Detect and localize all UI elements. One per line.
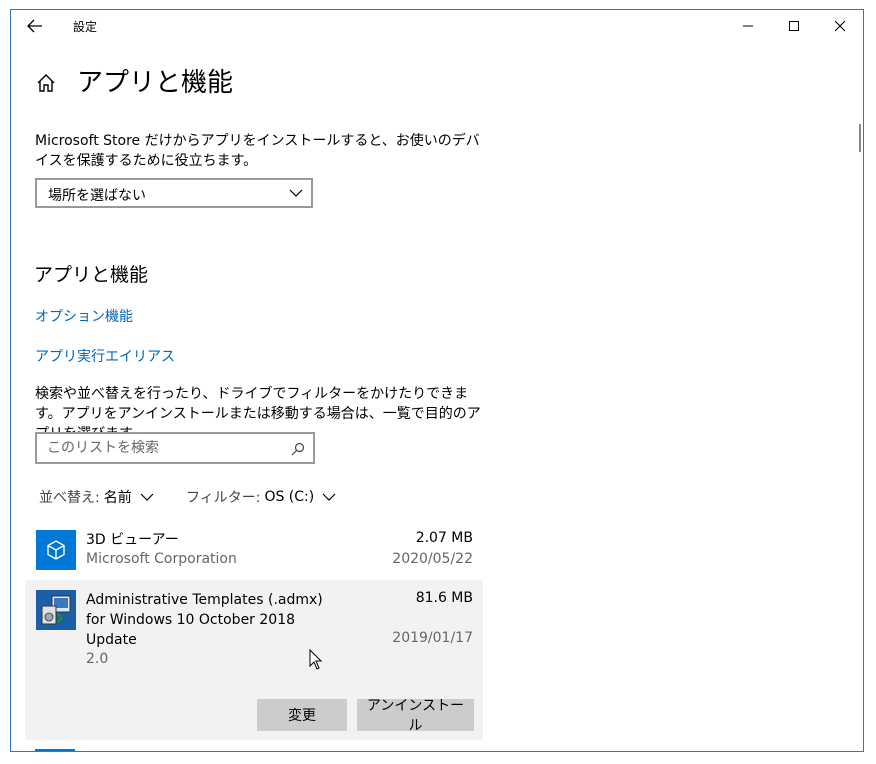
sort-dropdown[interactable]: 並べ替え: 名前 — [39, 487, 154, 507]
close-icon — [834, 20, 846, 32]
home-icon[interactable] — [35, 72, 57, 94]
sort-value: 名前 — [103, 490, 132, 506]
search-input[interactable] — [45, 439, 289, 457]
title-bar: 設定 — [11, 10, 863, 42]
app-publisher: Microsoft Corporation — [86, 551, 237, 567]
filter-label: フィルター: — [186, 490, 261, 506]
back-arrow-icon — [27, 19, 42, 33]
minimize-icon — [743, 25, 753, 27]
modify-button[interactable]: 変更 — [257, 699, 347, 731]
back-button[interactable] — [17, 12, 53, 40]
3d-viewer-icon — [36, 530, 76, 570]
app-list-item-selected[interactable]: Administrative Templates (.admx) for Win… — [25, 580, 483, 740]
chevron-down-icon — [289, 189, 303, 197]
optional-features-link[interactable]: オプション機能 — [35, 306, 133, 326]
filter-dropdown[interactable]: フィルター: OS (C:) — [186, 487, 336, 507]
maximize-icon — [789, 21, 799, 31]
store-description: Microsoft Store だけからアプリをインストールすると、お使いのデバ… — [35, 133, 480, 169]
dropdown-value: 場所を選ばない — [48, 188, 146, 204]
app-name: 3D ビューアー — [86, 532, 179, 548]
window-title: 設定 — [73, 20, 98, 34]
scrollbar-thumb[interactable] — [859, 124, 861, 152]
app-name: Administrative Templates (.admx) for Win… — [86, 592, 323, 648]
search-field[interactable] — [35, 432, 315, 464]
app-date: 2019/01/17 — [392, 630, 473, 646]
install-source-dropdown[interactable]: 場所を選ばない — [35, 178, 313, 208]
search-icon — [291, 442, 305, 456]
uninstall-button[interactable]: アンインストール — [357, 698, 474, 734]
app-version: 2.0 — [86, 651, 109, 667]
minimize-button[interactable] — [725, 10, 771, 42]
maximize-button[interactable] — [771, 10, 817, 42]
settings-window: 設定 アプリと機能 Microsoft Store だけからアプリをインストール… — [10, 9, 864, 752]
mouse-cursor-icon — [309, 649, 323, 670]
sort-label: 並べ替え: — [39, 490, 100, 506]
app-date: 2020/05/22 — [392, 551, 473, 567]
chevron-down-icon — [322, 493, 336, 501]
installer-icon — [36, 590, 76, 630]
close-button[interactable] — [817, 10, 863, 42]
app-list-item[interactable]: 3D ビューアー Microsoft Corporation 2.07 MB 2… — [25, 520, 483, 580]
filter-value: OS (C:) — [264, 489, 315, 505]
page-title: アプリと機能 — [77, 68, 234, 98]
chevron-down-icon — [140, 493, 154, 501]
app-size: 2.07 MB — [415, 530, 473, 546]
next-app-icon — [35, 749, 75, 751]
app-size: 81.6 MB — [415, 590, 473, 606]
apps-section-title: アプリと機能 — [34, 264, 149, 286]
app-execution-alias-link[interactable]: アプリ実行エイリアス — [35, 346, 175, 366]
